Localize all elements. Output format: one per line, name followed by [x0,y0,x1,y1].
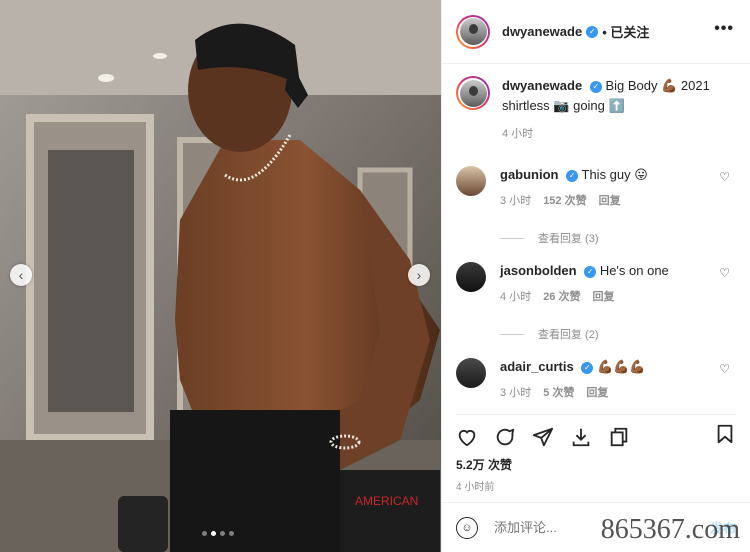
reply-button[interactable]: 回复 [586,384,608,402]
comment-meta: 3 小时 5 次赞 回复 [500,384,710,402]
chevron-right-icon[interactable]: › [408,264,430,286]
verified-icon: ✓ [581,361,594,374]
comment-likes[interactable]: 5 次赞 [543,384,574,402]
comment-likes[interactable]: 152 次赞 [543,192,586,210]
post-actions [456,414,736,454]
comment-icon[interactable] [494,426,516,448]
comment-text: 💪🏾💪🏾💪🏾 [596,359,646,374]
comment-item: gabunion ✓ This guy 😛 3 小时 152 次赞 回复 ♡ [456,166,736,210]
comment-body: jasonbolden ✓ He's on one 4 小时 26 次赞 回复 [500,262,710,306]
view-replies[interactable]: 查看回复 (3) [500,230,599,246]
author-avatar[interactable] [456,14,490,49]
following-status[interactable]: • 已关注 [602,22,649,41]
comment-body: adair_curtis ✓ 💪🏾💪🏾💪🏾 3 小时 5 次赞 回复 [500,358,710,402]
comment-time: 4 小时 [500,291,532,303]
carousel-dots [202,531,234,536]
reply-button[interactable]: 回复 [599,192,621,210]
more-options-icon[interactable]: ••• [714,20,734,38]
carousel-dot-active [211,531,216,536]
comment-meta: 3 小时 152 次赞 回复 [500,192,710,210]
post-sidebar: dwyanewade ✓ • 已关注 ••• dwyanewade ✓ Big … [441,0,750,552]
caption-body: dwyanewade ✓ Big Body 💪🏾 2021 shirtless … [502,76,718,144]
caption-username[interactable]: dwyanewade [502,78,582,93]
comment-time: 3 小时 [500,195,532,207]
download-icon[interactable] [570,426,592,448]
photo-illustration: AMERICAN [0,0,441,552]
caption: dwyanewade ✓ Big Body 💪🏾 2021 shirtless … [456,76,736,144]
comment-time: 3 小时 [500,387,532,399]
post-time: 4 小时前 [456,482,495,493]
commenter-username[interactable]: gabunion [500,167,559,182]
like-comment-icon[interactable]: ♡ [719,266,730,280]
like-comment-icon[interactable]: ♡ [719,362,730,376]
verified-icon: ✓ [584,265,597,278]
caption-time: 4 小时 [502,128,534,140]
comments-list: dwyanewade ✓ Big Body 💪🏾 2021 shirtless … [456,76,736,406]
commenter-avatar[interactable] [456,166,486,196]
watermark: 865367.com [600,514,740,545]
comment-likes[interactable]: 26 次赞 [543,288,580,306]
share-icon[interactable] [532,426,554,448]
comment-body: gabunion ✓ This guy 😛 3 小时 152 次赞 回复 [500,166,710,210]
svg-text:AMERICAN: AMERICAN [355,494,418,508]
carousel-dot [220,531,225,536]
verified-icon: ✓ [589,80,602,93]
comment-text: This guy 😛 [581,167,648,182]
carousel-dot [202,531,207,536]
post-header: dwyanewade ✓ • 已关注 ••• [442,0,750,64]
post-photo[interactable]: AMERICAN ‹ › [0,0,441,552]
comment-item: adair_curtis ✓ 💪🏾💪🏾💪🏾 3 小时 5 次赞 回复 ♡ [456,358,736,402]
commenter-username[interactable]: adair_curtis [500,359,574,374]
comment-text: He's on one [599,263,669,278]
author-username[interactable]: dwyanewade [502,24,582,39]
like-count[interactable]: 5.2万 次赞 [456,456,512,473]
carousel-dot [229,531,234,536]
commenter-username[interactable]: jasonbolden [500,263,577,278]
like-comment-icon[interactable]: ♡ [719,170,730,184]
heart-icon[interactable] [456,426,478,448]
instagram-post-view: AMERICAN ‹ › dwyanewade ✓ • 已关注 ••• dwya… [0,0,750,552]
chevron-left-icon[interactable]: ‹ [10,264,32,286]
verified-icon: ✓ [586,25,599,38]
caption-avatar[interactable] [456,76,490,110]
verified-icon: ✓ [566,169,579,182]
view-replies[interactable]: 查看回复 (2) [500,326,599,342]
bookmark-icon[interactable] [714,423,736,450]
copy-icon[interactable] [608,426,630,448]
commenter-avatar[interactable] [456,358,486,388]
emoji-icon[interactable]: ☺ [456,516,478,539]
commenter-avatar[interactable] [456,262,486,292]
comment-meta: 4 小时 26 次赞 回复 [500,288,710,306]
reply-button[interactable]: 回复 [592,288,614,306]
comment-item: jasonbolden ✓ He's on one 4 小时 26 次赞 回复 … [456,262,736,306]
